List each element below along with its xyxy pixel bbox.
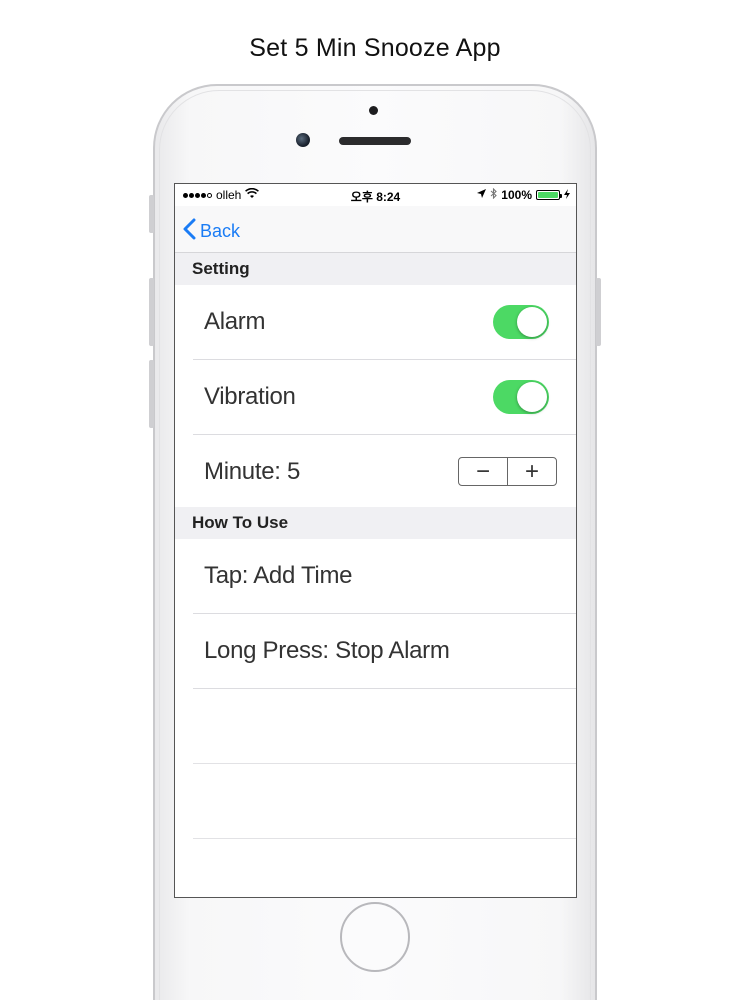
volume-up-button (149, 278, 154, 346)
list-item: Long Press: Stop Alarm (193, 614, 576, 689)
status-bar: olleh 오후 8:24 100% (175, 184, 576, 206)
proximity-sensor (369, 106, 378, 115)
alarm-toggle[interactable] (493, 305, 549, 339)
status-right: 100% (477, 187, 570, 202)
decrement-button[interactable]: − (459, 458, 507, 485)
vibration-label: Vibration (204, 383, 296, 410)
battery-percent: 100% (501, 188, 532, 202)
section-header-label: How To Use (192, 513, 289, 532)
stage: Set 5 Min Snooze App olleh 오후 8:24 100% … (0, 0, 750, 1000)
power-button (596, 278, 601, 346)
section-header-setting: Setting (175, 253, 576, 285)
empty-row (193, 689, 576, 764)
volume-down-button (149, 360, 154, 428)
minute-row: Minute: 5 − + (193, 435, 576, 510)
battery-icon (536, 190, 562, 200)
how-to-use-item: Tap: Add Time (204, 562, 353, 589)
alarm-row: Alarm (193, 285, 576, 360)
how-to-use-item: Long Press: Stop Alarm (204, 637, 450, 664)
list-item: Tap: Add Time (193, 539, 576, 614)
minute-label: Minute: 5 (204, 458, 301, 485)
phone-screen: olleh 오후 8:24 100% Back Setting Alarm Vi… (174, 183, 577, 898)
location-icon (477, 189, 487, 201)
home-button[interactable] (340, 902, 410, 972)
section-header-how-to-use: How To Use (175, 507, 576, 539)
page-title: Set 5 Min Snooze App (249, 34, 501, 62)
section-header-label: Setting (192, 259, 250, 278)
back-button[interactable]: Back (183, 218, 240, 245)
vibration-toggle[interactable] (493, 380, 549, 414)
empty-row (193, 764, 576, 839)
increment-button[interactable]: + (508, 458, 556, 485)
vibration-row: Vibration (193, 360, 576, 435)
toggle-knob (517, 307, 547, 337)
alarm-label: Alarm (204, 308, 266, 335)
mute-switch (149, 195, 154, 233)
earpiece-speaker (339, 137, 411, 145)
back-label: Back (200, 221, 241, 241)
bluetooth-icon (490, 187, 498, 202)
chevron-left-icon (183, 218, 196, 245)
front-camera (296, 133, 310, 147)
charging-icon (564, 188, 570, 202)
minute-stepper: − + (458, 457, 557, 486)
toggle-knob (517, 382, 547, 412)
navigation-bar: Back (175, 206, 576, 253)
